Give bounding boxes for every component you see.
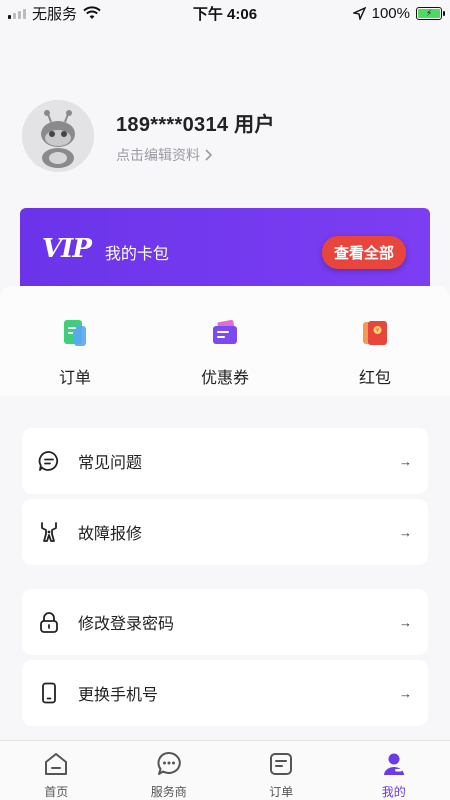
menu-item-change-password[interactable]: 修改登录密码 →	[22, 589, 428, 655]
quick-action-label: 红包	[358, 370, 391, 387]
phone-icon	[42, 682, 56, 704]
order-icon	[270, 753, 293, 775]
tab-label: 首页	[44, 785, 69, 799]
profile-name: 189****0314 用户	[116, 113, 275, 136]
status-bar: 无服务 下午 4:06 100% ⚡	[0, 0, 450, 26]
vip-logo: VIP	[42, 234, 92, 264]
tab-orders[interactable]: 订单	[225, 741, 338, 800]
home-icon	[45, 753, 68, 775]
quick-action-coupons[interactable]: 优惠券	[150, 318, 300, 388]
order-doc-icon	[64, 320, 86, 346]
tab-home[interactable]: 首页	[0, 741, 113, 800]
coupon-icon	[213, 320, 237, 344]
menu-item-change-phone[interactable]: 更换手机号 →	[22, 660, 428, 726]
menu-item-label: 修改登录密码	[78, 616, 175, 633]
menu-item-label: 故障报修	[78, 526, 143, 543]
user-icon	[383, 753, 404, 775]
tab-label: 订单	[269, 785, 294, 799]
wifi-icon	[83, 6, 101, 19]
robot-avatar-icon	[22, 100, 94, 172]
edit-profile-label: 点击编辑资料	[116, 146, 200, 163]
tab-label: 我的	[381, 785, 406, 799]
tab-label: 服务商	[150, 785, 187, 799]
view-all-button[interactable]: 查看全部	[321, 236, 406, 269]
arrow-right-icon: →	[399, 524, 412, 540]
quick-action-red-envelope[interactable]: ¥ 红包	[300, 318, 450, 388]
repair-wrench-icon	[41, 522, 57, 542]
quick-action-orders[interactable]: 订单	[0, 318, 150, 388]
arrow-right-icon: →	[399, 685, 412, 701]
location-arrow-icon	[352, 6, 366, 20]
red-envelope-icon: ¥	[363, 321, 387, 345]
status-left: 无服务	[8, 3, 101, 24]
arrow-right-icon: →	[399, 453, 412, 469]
carrier-label: 无服务	[32, 5, 78, 23]
menu-item-label: 常见问题	[78, 455, 143, 472]
tab-providers[interactable]: 服务商	[113, 741, 226, 800]
lock-icon	[40, 612, 58, 633]
vip-card-banner[interactable]: VIP 我的卡包 查看全部	[20, 208, 430, 290]
edit-profile-link[interactable]: 点击编辑资料	[116, 145, 275, 165]
battery-icon: ⚡	[416, 6, 445, 20]
vip-title: 我的卡包	[104, 246, 169, 263]
menu-item-faq[interactable]: 常见问题 →	[22, 428, 428, 494]
avatar[interactable]	[22, 100, 94, 172]
svg-text:¥: ¥	[376, 328, 379, 334]
quick-action-label: 订单	[58, 370, 91, 387]
chat-bubble-icon	[157, 752, 181, 775]
battery-percent: 100%	[371, 4, 410, 22]
quick-action-label: 优惠券	[200, 370, 249, 387]
tab-mine[interactable]: 我的	[338, 741, 450, 800]
chevron-right-icon	[205, 148, 213, 161]
faq-chat-icon	[38, 451, 59, 471]
bottom-tab-bar: 首页 服务商 订单 我的	[0, 740, 450, 800]
arrow-right-icon: →	[399, 614, 412, 630]
profile-header[interactable]: 189****0314 用户 点击编辑资料	[22, 100, 275, 172]
battery-level: ⚡	[418, 8, 440, 18]
quick-actions-row: 订单 优惠券 ¥ 红包	[0, 318, 450, 388]
status-right: 100% ⚡	[352, 4, 445, 22]
profile-text: 189****0314 用户 点击编辑资料	[116, 108, 275, 165]
signal-icon	[8, 8, 26, 19]
menu-item-repair[interactable]: 故障报修 →	[22, 499, 428, 565]
menu-item-label: 更换手机号	[78, 687, 159, 704]
